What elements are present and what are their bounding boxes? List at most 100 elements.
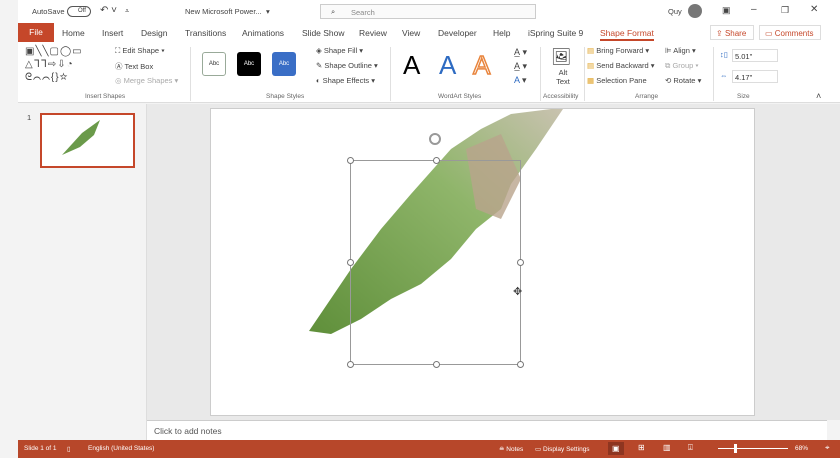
rotate-button[interactable]: ⟲ Rotate ▾ bbox=[665, 76, 701, 85]
resize-handle[interactable] bbox=[517, 361, 524, 368]
shape-fill-label: Shape Fill bbox=[323, 46, 358, 55]
fit-to-window-icon[interactable]: ⌖ bbox=[825, 443, 830, 453]
resize-handle[interactable] bbox=[347, 259, 354, 266]
slide-thumbnail[interactable] bbox=[40, 113, 135, 168]
collapse-ribbon-icon[interactable]: ˄ bbox=[816, 91, 821, 101]
tab-ispring[interactable]: iSpring Suite 9 bbox=[528, 28, 583, 38]
alt-text-icon[interactable]: 🖼 bbox=[551, 47, 571, 67]
share-button[interactable]: ⇪ Share bbox=[710, 25, 754, 40]
reading-view-button[interactable]: ▥ bbox=[663, 443, 671, 452]
autosave-label: AutoSave bbox=[32, 7, 65, 16]
selection-pane-label: Selection Pane bbox=[596, 76, 647, 85]
resize-handle[interactable] bbox=[517, 259, 524, 266]
separator bbox=[584, 47, 585, 101]
tab-animations[interactable]: Animations bbox=[242, 28, 284, 38]
group-label: Group bbox=[672, 61, 694, 70]
notes-button[interactable]: ≘ Notes bbox=[499, 445, 523, 453]
tab-view[interactable]: View bbox=[402, 28, 420, 38]
slide-canvas[interactable]: ✥ bbox=[210, 108, 755, 416]
display-settings-button[interactable]: ▭ Display Settings bbox=[535, 445, 590, 453]
shape-effects-button[interactable]: ◐ Shape Effects ▾ bbox=[316, 76, 375, 85]
tab-file[interactable]: File bbox=[18, 23, 54, 42]
normal-view-button[interactable]: ▣ bbox=[608, 442, 624, 455]
notes-pane[interactable]: Click to add notes bbox=[147, 420, 827, 440]
edit-shape-label: Edit Shape bbox=[122, 46, 160, 55]
shape-outline-label: Shape Outline bbox=[324, 61, 372, 70]
tab-developer[interactable]: Developer bbox=[438, 28, 477, 38]
language[interactable]: English (United States) bbox=[88, 445, 154, 452]
group-label-insert-shapes: Insert Shapes bbox=[85, 93, 126, 100]
style-swatch-black[interactable]: Abc bbox=[237, 52, 261, 76]
avatar[interactable] bbox=[688, 4, 702, 18]
edit-shape-button[interactable]: ⛶ Edit Shape ▾ bbox=[115, 46, 165, 56]
spellcheck-icon[interactable]: ▯ bbox=[67, 445, 71, 453]
title-dropdown-icon[interactable]: ▾ bbox=[266, 7, 270, 16]
rotate-handle[interactable] bbox=[429, 133, 441, 145]
send-backward-button[interactable]: ▤ Send Backward ▾ bbox=[587, 61, 655, 70]
search-box[interactable]: ⌕ Search bbox=[320, 4, 536, 19]
comments-label: Comments bbox=[774, 29, 814, 38]
group-label-size: Size bbox=[737, 93, 750, 100]
group-label-shape-styles: Shape Styles bbox=[266, 93, 305, 100]
search-input[interactable]: Search bbox=[351, 8, 375, 17]
zoom-slider-thumb[interactable] bbox=[734, 444, 737, 453]
height-input[interactable]: 5.01" bbox=[732, 49, 778, 62]
tab-transitions[interactable]: Transitions bbox=[185, 28, 226, 38]
shape-fill-button[interactable]: ◈ Shape Fill ▾ bbox=[316, 46, 363, 55]
comments-button[interactable]: ▭ Comments bbox=[759, 25, 821, 40]
group-label-accessibility: Accessibility bbox=[543, 93, 579, 100]
style-swatch-blue[interactable]: Abc bbox=[272, 52, 296, 76]
width-input[interactable]: 4.17" bbox=[732, 70, 778, 83]
tab-insert[interactable]: Insert bbox=[102, 28, 123, 38]
shape-effects-label: Shape Effects bbox=[322, 76, 370, 85]
align-button[interactable]: ⊫ Align ▾ bbox=[665, 46, 696, 55]
text-box-button[interactable]: Ⓐ Text Box bbox=[115, 61, 153, 72]
zoom-slider[interactable] bbox=[718, 448, 788, 449]
tab-shape-format[interactable]: Shape Format bbox=[600, 28, 654, 41]
bring-forward-button[interactable]: ▤ Bring Forward ▾ bbox=[587, 46, 649, 55]
alt-text-button[interactable]: Alt Text bbox=[554, 68, 572, 86]
resize-handle[interactable] bbox=[433, 157, 440, 164]
align-label: Align bbox=[673, 46, 690, 55]
text-box-label: Text Box bbox=[124, 62, 154, 71]
style-swatch-outline[interactable]: Abc bbox=[202, 52, 226, 76]
customize-qat-icon[interactable]: ⩡ bbox=[125, 6, 129, 16]
wordart-orange[interactable]: A bbox=[472, 49, 491, 81]
separator bbox=[540, 47, 541, 101]
minimize-icon[interactable]: – bbox=[751, 4, 757, 15]
tab-design[interactable]: Design bbox=[141, 28, 167, 38]
send-backward-label: Send Backward bbox=[596, 61, 649, 70]
wordart-black[interactable]: A bbox=[403, 50, 420, 81]
undo-icon[interactable]: ↶ ˅ bbox=[100, 5, 117, 16]
resize-handle[interactable] bbox=[433, 361, 440, 368]
ribbon-display-icon[interactable]: ▣ bbox=[722, 5, 731, 16]
tab-home[interactable]: Home bbox=[62, 28, 85, 38]
user-name[interactable]: Quy bbox=[668, 7, 682, 16]
close-icon[interactable]: ✕ bbox=[810, 4, 818, 15]
merge-shapes-button[interactable]: ◎ Merge Shapes ▾ bbox=[115, 76, 178, 85]
tab-help[interactable]: Help bbox=[493, 28, 510, 38]
wordart-blue[interactable]: A bbox=[439, 50, 456, 81]
text-color-buttons[interactable]: A̲ ▾ A̲ ▾ A ▾ bbox=[514, 45, 527, 87]
slideshow-button[interactable]: ⍗ bbox=[688, 443, 693, 453]
height-value: 5.01" bbox=[735, 52, 753, 61]
search-icon: ⌕ bbox=[331, 7, 336, 16]
restore-icon[interactable]: ❐ bbox=[781, 5, 789, 16]
ribbon-tabs: File Home Insert Design Transitions Anim… bbox=[18, 23, 840, 43]
selection-pane-button[interactable]: ▦ Selection Pane bbox=[587, 76, 647, 85]
tab-review[interactable]: Review bbox=[359, 28, 387, 38]
group-label-arrange: Arrange bbox=[635, 93, 659, 100]
tab-slide-show[interactable]: Slide Show bbox=[302, 28, 345, 38]
resize-handle[interactable] bbox=[347, 361, 354, 368]
width-icon: ⇔ bbox=[720, 71, 728, 80]
slide-thumbnails-pane: 1 bbox=[18, 104, 147, 440]
resize-handle[interactable] bbox=[347, 157, 354, 164]
slide-sorter-button[interactable]: ⊞ bbox=[638, 443, 645, 452]
shapes-gallery[interactable]: ▣╲╲▢◯▭ △ᒣᒣ⇨⇩◔ ᘓ⌒⌒{}☆ bbox=[25, 45, 120, 85]
document-title[interactable]: New Microsoft Power... bbox=[185, 7, 262, 16]
zoom-level[interactable]: 68% bbox=[795, 445, 808, 452]
autosave-toggle[interactable]: Off bbox=[67, 6, 91, 17]
shape-outline-button[interactable]: ✎ Shape Outline ▾ bbox=[316, 61, 378, 70]
notes-placeholder[interactable]: Click to add notes bbox=[154, 426, 222, 436]
group-button[interactable]: ⧉ Group ▾ bbox=[665, 61, 699, 71]
